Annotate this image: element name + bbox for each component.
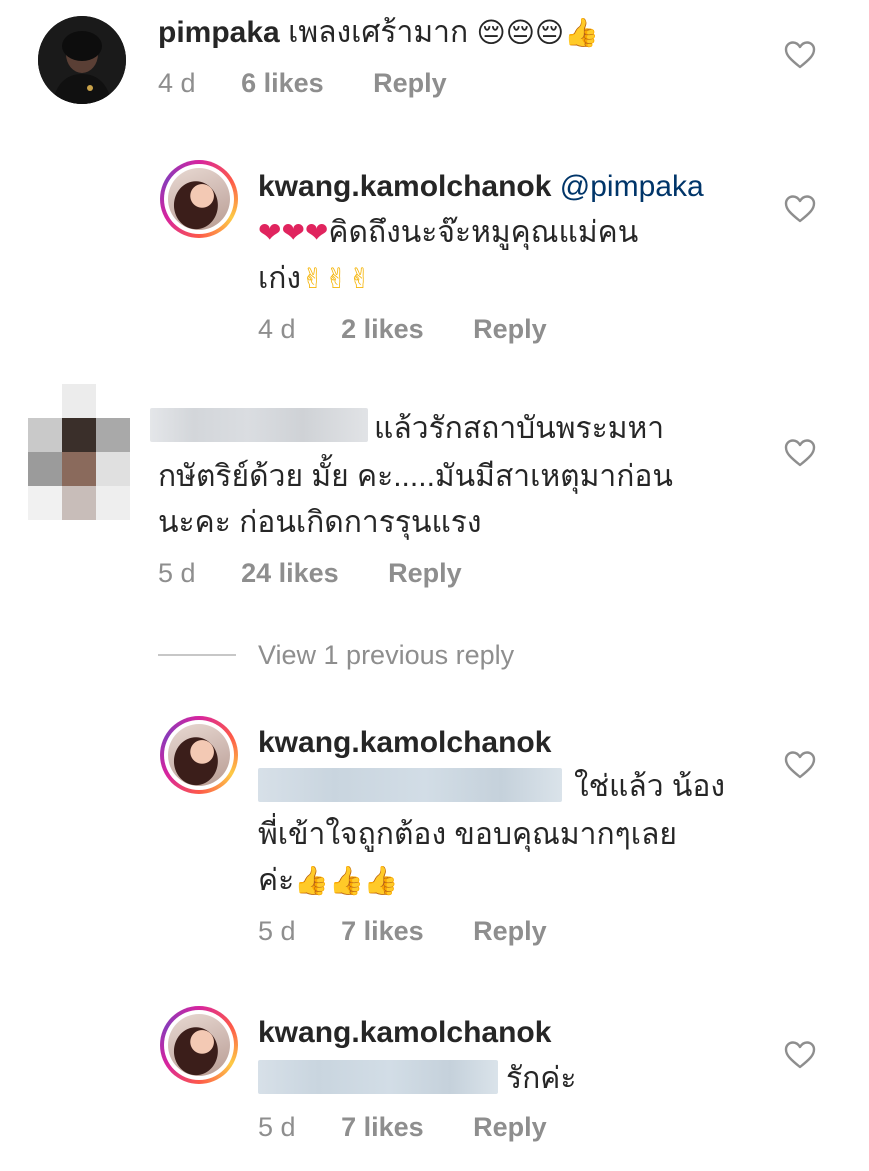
comment-body: นะคะ ก่อนเกิดการรุนแรง [158,500,482,546]
comment-body: รักค่ะ [506,1056,576,1102]
heart-emoji-group: ❤❤❤ [258,216,329,249]
thumbs-up-emoji-group: 👍👍👍 [294,864,399,897]
blurred-mention [258,1060,498,1094]
reply-button[interactable]: Reply [473,314,547,344]
comment-body: ❤❤❤คิดถึงนะจ๊ะหมูคุณแม่คน [258,210,638,256]
comment-line: รักค่ะ [506,1062,577,1095]
comment-line: ค่ะ [258,864,295,897]
heart-outline-icon[interactable] [784,438,816,468]
comment-time: 5 d [258,1112,296,1142]
avatar [168,168,230,230]
likes-count[interactable]: 7 likes [341,1112,424,1142]
comment-username[interactable]: kwang.kamolchanok [258,170,551,203]
comment-line: พี่เข้าใจถูกต้อง ขอบคุณมากๆเลย [258,818,678,851]
comment-line: แล้วรักสถาบันพระมหา [374,412,665,445]
comment-body: พี่เข้าใจถูกต้อง ขอบคุณมากๆเลย [258,812,677,858]
comment-meta: 5 d 7 likes Reply [258,916,547,947]
comment-body: กษัตริย์ด้วย มั้ย คะ.....มันมีสาเหตุมาก่… [158,454,673,500]
reply-button[interactable]: Reply [473,916,547,946]
reply-button[interactable]: Reply [373,68,447,98]
comment-line: ใช่แล้ว น้อง [574,770,726,803]
comment-body: ค่ะ👍👍👍 [258,858,399,904]
story-avatar[interactable] [160,160,238,238]
comment-text: kwang.kamolchanok [258,720,551,766]
comment-line: นะคะ ก่อนเกิดการรุนแรง [158,506,482,539]
heart-outline-icon[interactable] [784,194,816,224]
view-previous-replies-button[interactable]: View 1 previous reply [258,640,514,671]
comment-line: คิดถึงนะจ๊ะหมูคุณแม่คน [328,216,639,249]
comment-text: pimpaka เพลงเศร้ามาก 😔😔😔👍 [158,10,599,56]
avatar[interactable] [38,16,126,104]
comment-text: kwang.kamolchanok [258,1010,551,1056]
reply-button[interactable]: Reply [388,558,462,588]
likes-count[interactable]: 7 likes [341,916,424,946]
avatar [168,1014,230,1076]
blurred-mention [258,768,562,802]
comment-text: kwang.kamolchanok @pimpaka [258,164,704,210]
blurred-username [150,408,368,442]
avatar [168,724,230,786]
comment-meta: 4 d 6 likes Reply [158,68,447,99]
heart-outline-icon[interactable] [784,1040,816,1070]
comment-time: 5 d [258,916,296,946]
replies-divider [158,654,236,656]
comment-body: เก่ง✌✌✌ [258,256,371,302]
comment-username[interactable]: kwang.kamolchanok [258,1016,551,1049]
mention-link[interactable]: @pimpaka [560,170,704,203]
victory-emoji-group: ✌✌✌ [301,262,372,295]
comment-meta: 5 d 24 likes Reply [158,558,462,589]
comment-body: แล้วรักสถาบันพระมหา [374,406,664,452]
likes-count[interactable]: 6 likes [241,68,324,98]
comment-time: 4 d [258,314,296,344]
comment-line: กษัตริย์ด้วย มั้ย คะ.....มันมีสาเหตุมาก่… [158,460,673,493]
comment-username[interactable]: kwang.kamolchanok [258,726,551,759]
comment-meta: 4 d 2 likes Reply [258,314,547,345]
story-avatar[interactable] [160,1006,238,1084]
comment-line: เก่ง [258,262,302,295]
avatar[interactable] [28,384,130,520]
comment-body: เพลงเศร้ามาก [288,16,469,49]
avatar-photo [38,16,126,104]
likes-count[interactable]: 24 likes [241,558,339,588]
story-avatar[interactable] [160,716,238,794]
comment-time: 5 d [158,558,196,588]
comment-username[interactable]: pimpaka [158,16,280,49]
reply-button[interactable]: Reply [473,1112,547,1142]
comment-body: ใช่แล้ว น้อง [574,764,725,810]
heart-outline-icon[interactable] [784,750,816,780]
heart-outline-icon[interactable] [784,40,816,70]
likes-count[interactable]: 2 likes [341,314,424,344]
comment-time: 4 d [158,68,196,98]
comment-meta: 5 d 7 likes Reply [258,1112,547,1143]
emoji-group: 😔😔😔👍 [476,16,599,49]
